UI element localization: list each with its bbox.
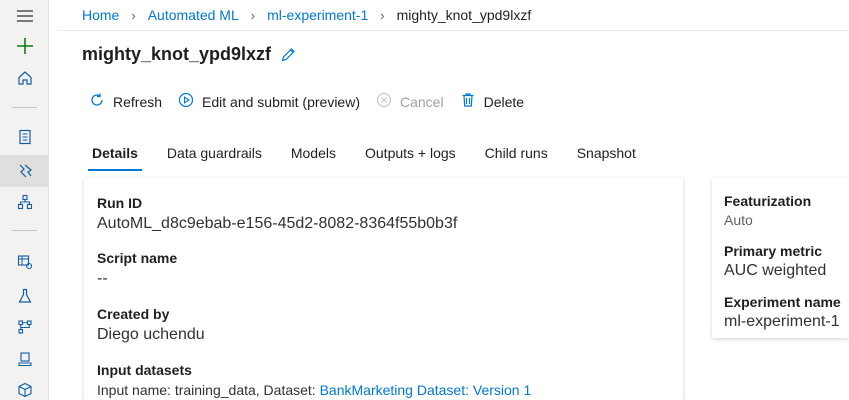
models-icon[interactable] bbox=[0, 343, 49, 375]
breadcrumb-current: mighty_knot_ypd9lxzf bbox=[396, 7, 532, 23]
run-id-field: Run ID AutoML_d8c9ebab-e156-45d2-8082-83… bbox=[97, 195, 457, 233]
left-nav-rail bbox=[0, 0, 49, 400]
dataset-link[interactable]: BankMarketing Dataset: Version 1 bbox=[320, 382, 532, 398]
rail-divider bbox=[12, 107, 37, 108]
featurization-value: Auto bbox=[724, 212, 753, 228]
command-bar: Refresh Edit and submit (preview) Cancel… bbox=[89, 92, 540, 111]
cancel-circle-icon bbox=[376, 92, 400, 111]
experiment-name-field: Experiment name ml-experiment-1 bbox=[724, 294, 841, 331]
tab-details[interactable]: Details bbox=[88, 145, 142, 171]
created-by-field: Created by Diego uchendu bbox=[97, 306, 205, 344]
tab-data-guardrails[interactable]: Data guardrails bbox=[167, 145, 262, 171]
primary-metric-field: Primary metric AUC weighted bbox=[724, 243, 826, 280]
tab-outputs-logs[interactable]: Outputs + logs bbox=[365, 145, 456, 171]
breadcrumb-automated-ml[interactable]: Automated ML bbox=[148, 7, 239, 23]
primary-metric-value: AUC weighted bbox=[724, 262, 827, 279]
endpoints-icon[interactable] bbox=[0, 374, 49, 400]
tab-models[interactable]: Models bbox=[291, 145, 336, 171]
breadcrumb: Home › Automated ML › ml-experiment-1 › … bbox=[58, 0, 849, 31]
tab-snapshot[interactable]: Snapshot bbox=[577, 145, 636, 171]
play-circle-icon bbox=[178, 92, 202, 111]
pipelines-icon[interactable] bbox=[0, 311, 49, 343]
refresh-icon bbox=[89, 92, 113, 111]
cancel-button[interactable]: Cancel bbox=[376, 92, 444, 111]
script-name-label: Script name bbox=[97, 250, 178, 266]
created-by-value: Diego uchendu bbox=[97, 326, 205, 343]
breadcrumb-experiment[interactable]: ml-experiment-1 bbox=[267, 7, 368, 23]
breadcrumb-home[interactable]: Home bbox=[82, 7, 119, 23]
experiment-name-label: Experiment name bbox=[724, 294, 841, 310]
automl-icon[interactable] bbox=[0, 155, 49, 187]
cancel-label: Cancel bbox=[399, 93, 444, 110]
details-card: Run ID AutoML_d8c9ebab-e156-45d2-8082-83… bbox=[84, 178, 683, 400]
primary-metric-label: Primary metric bbox=[724, 243, 823, 259]
trash-icon bbox=[460, 92, 484, 111]
page-title: mighty_knot_ypd9lxzf bbox=[82, 44, 272, 64]
featurization-field: Featurization Auto bbox=[724, 193, 811, 228]
delete-button[interactable]: Delete bbox=[460, 92, 524, 111]
page-title-row: mighty_knot_ypd9lxzf bbox=[82, 44, 296, 65]
refresh-label: Refresh bbox=[113, 93, 163, 110]
summary-card: Featurization Auto Primary metric AUC we… bbox=[712, 178, 849, 338]
rail-divider bbox=[12, 230, 37, 231]
pencil-icon[interactable] bbox=[280, 47, 296, 63]
chevron-right-icon: › bbox=[250, 7, 256, 23]
designer-icon[interactable] bbox=[0, 186, 49, 218]
input-datasets-value: Input name: training_data, Dataset: Bank… bbox=[97, 382, 531, 398]
notebook-icon[interactable] bbox=[0, 121, 49, 153]
edit-submit-button[interactable]: Edit and submit (preview) bbox=[178, 92, 360, 111]
edit-submit-label: Edit and submit (preview) bbox=[202, 93, 360, 110]
script-name-value: -- bbox=[97, 270, 108, 287]
script-name-field: Script name -- bbox=[97, 250, 177, 288]
tab-child-runs[interactable]: Child runs bbox=[485, 145, 548, 171]
input-datasets-label: Input datasets bbox=[97, 362, 192, 378]
created-by-label: Created by bbox=[97, 306, 170, 322]
featurization-label: Featurization bbox=[724, 193, 812, 209]
chevron-right-icon: › bbox=[380, 7, 385, 23]
datasets-icon[interactable] bbox=[0, 246, 49, 278]
tab-bar: Details Data guardrails Models Outputs +… bbox=[88, 145, 665, 171]
refresh-button[interactable]: Refresh bbox=[89, 92, 162, 111]
hamburger-icon[interactable] bbox=[0, 0, 49, 32]
input-datasets-field: Input datasets Input name: training_data… bbox=[97, 362, 531, 398]
experiment-name-value: ml-experiment-1 bbox=[724, 313, 840, 330]
home-icon[interactable] bbox=[0, 62, 49, 94]
delete-label: Delete bbox=[483, 93, 525, 110]
chevron-right-icon: › bbox=[131, 7, 136, 23]
run-id-value: AutoML_d8c9ebab-e156-45d2-8082-8364f55b0… bbox=[97, 215, 458, 232]
input-datasets-text: Input name: training_data, Dataset: bbox=[97, 382, 320, 398]
experiments-icon[interactable] bbox=[0, 280, 49, 312]
run-id-label: Run ID bbox=[97, 195, 143, 211]
plus-icon[interactable] bbox=[0, 30, 49, 62]
